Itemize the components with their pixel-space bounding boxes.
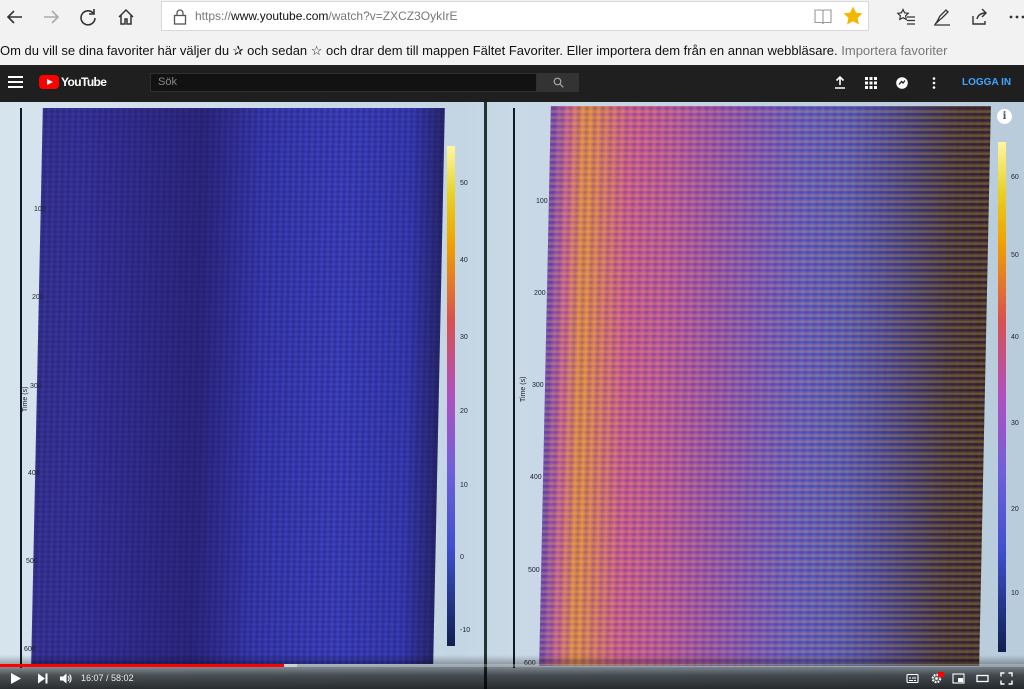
- hd-badge: [938, 672, 944, 677]
- fullscreen-icon[interactable]: [997, 671, 1015, 685]
- settings-more-icon[interactable]: [926, 75, 942, 91]
- left-ytick: 300: [30, 383, 42, 390]
- menu-icon[interactable]: [8, 76, 23, 89]
- play-icon[interactable]: [6, 671, 24, 685]
- search-input[interactable]: Sök: [150, 73, 537, 92]
- left-colorbar-tick: 0: [460, 554, 464, 561]
- time-display: 16:07 / 58:02: [81, 673, 134, 683]
- youtube-header: YouTube Sök LOGGA IN: [0, 65, 1024, 102]
- url-text[interactable]: https://www.youtube.com/watch?v=ZXCZ3Oyk…: [195, 9, 457, 23]
- left-colorbar: [447, 146, 455, 646]
- favorites-hint: Om du vill se dina favoriter här väljer …: [0, 43, 947, 59]
- right-colorbar-tick: 30: [1011, 420, 1019, 427]
- right-y-axis-label: Time (s): [520, 376, 527, 402]
- youtube-logo[interactable]: YouTube: [39, 75, 107, 89]
- favorites-list-icon[interactable]: [893, 4, 919, 30]
- left-ytick: 400: [28, 470, 40, 477]
- youtube-logo-text: YouTube: [61, 75, 107, 89]
- left-ytick: 600: [24, 646, 36, 653]
- duration: 58:02: [111, 673, 134, 683]
- video-player[interactable]: 100 200 300 400 500 600 Time (s) 50 40 3…: [0, 102, 1024, 689]
- favorites-hint-text: Om du vill se dina favoriter här väljer …: [0, 43, 838, 58]
- left-spectrogram: [31, 108, 445, 664]
- left-colorbar-tick: 20: [460, 408, 468, 415]
- more-icon[interactable]: [1004, 4, 1024, 30]
- left-colorbar-tick: -10: [460, 627, 471, 634]
- right-colorbar-tick: 10: [1011, 590, 1019, 597]
- right-ytick: 200: [534, 290, 546, 297]
- left-ytick: 200: [32, 294, 44, 301]
- progress-played: [0, 664, 284, 667]
- left-ytick: 500: [26, 558, 38, 565]
- progress-bar[interactable]: [0, 664, 1024, 667]
- upload-icon[interactable]: [832, 75, 848, 91]
- right-colorbar: [998, 142, 1006, 652]
- subtitles-icon[interactable]: [903, 671, 921, 685]
- left-colorbar-tick: 40: [460, 257, 468, 264]
- theater-mode-icon[interactable]: [973, 671, 991, 685]
- right-chart-frame: [513, 108, 515, 668]
- right-ytick: 100: [536, 198, 548, 205]
- right-spectrogram: [539, 106, 991, 666]
- right-colorbar-tick: 60: [1011, 174, 1019, 181]
- right-colorbar-tick: 50: [1011, 252, 1019, 259]
- right-colorbar-tick: 20: [1011, 506, 1019, 513]
- current-time: 16:07: [81, 673, 104, 683]
- reading-view-icon[interactable]: [814, 8, 832, 25]
- back-arrow-icon[interactable]: [0, 3, 30, 31]
- share-icon[interactable]: [967, 4, 993, 30]
- messages-icon[interactable]: [894, 75, 910, 91]
- pen-notes-icon[interactable]: [929, 4, 955, 30]
- address-bar[interactable]: https://www.youtube.com/watch?v=ZXCZ3Oyk…: [161, 1, 869, 31]
- next-icon[interactable]: [33, 671, 51, 685]
- search-icon: [553, 77, 564, 88]
- favorite-star-icon[interactable]: [842, 5, 864, 27]
- left-colorbar-tick: 30: [460, 334, 468, 341]
- browser-toolbar: https://www.youtube.com/watch?v=ZXCZ3Oyk…: [0, 0, 1024, 34]
- player-controls: [0, 655, 1024, 689]
- info-icon[interactable]: i: [997, 109, 1012, 124]
- right-colorbar-tick: 40: [1011, 334, 1019, 341]
- volume-icon[interactable]: [56, 671, 74, 685]
- screen-divider: [484, 102, 487, 689]
- left-y-axis-label: Time (s): [22, 386, 29, 412]
- forward-arrow-icon[interactable]: [36, 3, 66, 31]
- refresh-icon[interactable]: [73, 3, 103, 31]
- right-ytick: 300: [532, 382, 544, 389]
- left-colorbar-tick: 50: [460, 180, 468, 187]
- home-icon[interactable]: [111, 3, 141, 31]
- search-button[interactable]: [537, 73, 579, 92]
- apps-grid-icon[interactable]: [863, 75, 879, 91]
- left-ytick: 100: [34, 206, 46, 213]
- lock-icon: [173, 9, 187, 25]
- search-placeholder: Sök: [158, 76, 177, 88]
- left-colorbar-tick: 10: [460, 482, 468, 489]
- miniplayer-icon[interactable]: [949, 671, 967, 685]
- login-button[interactable]: LOGGA IN: [962, 77, 1011, 88]
- youtube-play-logo-icon: [39, 75, 59, 89]
- import-favorites-link[interactable]: Importera favoriter: [841, 43, 947, 58]
- favorites-bar: Om du vill se dina favoriter här väljer …: [0, 34, 1024, 65]
- right-ytick: 400: [530, 474, 542, 481]
- right-ytick: 500: [528, 567, 540, 574]
